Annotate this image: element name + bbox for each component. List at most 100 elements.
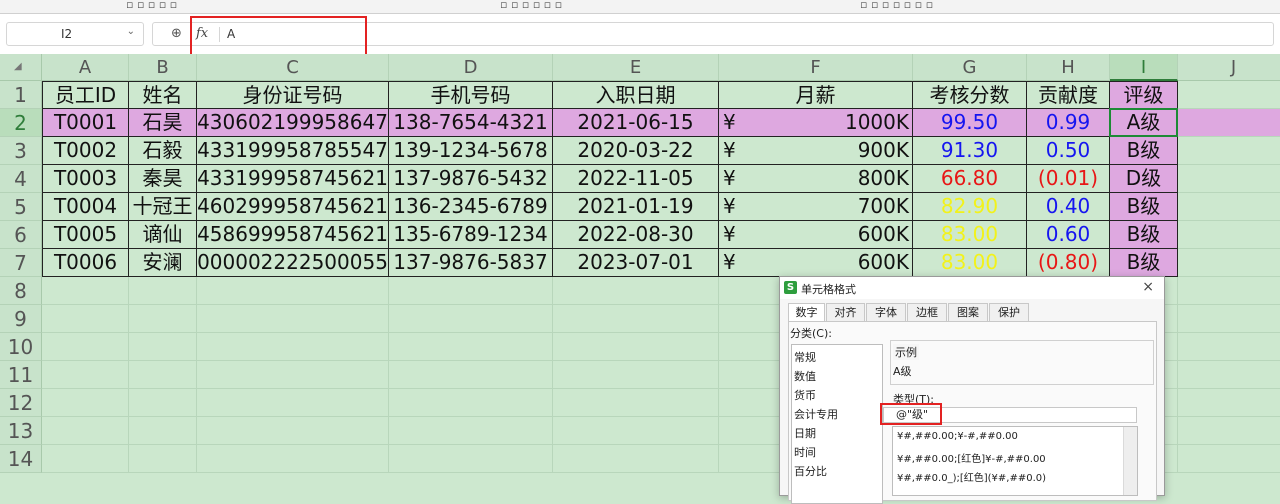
cell-name[interactable]: 石昊 bbox=[129, 109, 197, 137]
select-all-corner[interactable]: ◢ bbox=[0, 54, 42, 81]
category-item[interactable]: 常规 bbox=[794, 349, 816, 365]
row-header-7[interactable]: 7 bbox=[0, 249, 42, 277]
cell-score[interactable]: 66.80 bbox=[913, 165, 1027, 193]
column-header-e[interactable]: E bbox=[553, 54, 719, 81]
header-cell[interactable]: 手机号码 bbox=[389, 81, 553, 109]
toolbar-fragment[interactable]: ▫ ▫ ▫ ▫ ▫ ▫ bbox=[500, 0, 562, 11]
row-header-11[interactable]: 11 bbox=[0, 361, 42, 389]
cell-grade[interactable]: B级 bbox=[1110, 221, 1178, 249]
column-header-j[interactable]: J bbox=[1178, 54, 1280, 81]
cell-name[interactable]: 秦昊 bbox=[129, 165, 197, 193]
column-header-b[interactable]: B bbox=[129, 54, 197, 81]
toolbar-fragment[interactable]: ▫ ▫ ▫ ▫ ▫ ▫ ▫ bbox=[860, 0, 933, 11]
cell-idcard[interactable]: 458699958745621 bbox=[197, 221, 389, 249]
header-cell[interactable]: 员工ID bbox=[42, 81, 129, 109]
cell-date[interactable]: 2021-01-19 bbox=[553, 193, 719, 221]
cell-score[interactable]: 82.90 bbox=[913, 193, 1027, 221]
column-header-i[interactable]: I bbox=[1110, 54, 1178, 81]
format-item[interactable]: ¥#,##0.00;[红色]¥-#,##0.00 bbox=[897, 450, 1046, 465]
cell-score[interactable]: 83.00 bbox=[913, 221, 1027, 249]
column-header-a[interactable]: A bbox=[42, 54, 129, 81]
cell-grade[interactable]: D级 bbox=[1110, 165, 1178, 193]
cell-phone[interactable]: 138-7654-4321 bbox=[389, 109, 553, 137]
column-header-c[interactable]: C bbox=[197, 54, 389, 81]
row-header-10[interactable]: 10 bbox=[0, 333, 42, 361]
cell-idcard[interactable]: 433199958785547 bbox=[197, 137, 389, 165]
row-header-2[interactable]: 2 bbox=[0, 109, 42, 137]
row-header-4[interactable]: 4 bbox=[0, 165, 42, 193]
cell-idcard[interactable]: 433199958745621 bbox=[197, 165, 389, 193]
header-cell[interactable]: 入职日期 bbox=[553, 81, 719, 109]
cell-id[interactable]: T0002 bbox=[42, 137, 129, 165]
cell-score[interactable]: 99.50 bbox=[913, 109, 1027, 137]
cell-id[interactable]: T0001 bbox=[42, 109, 129, 137]
cell-phone[interactable]: 139-1234-5678 bbox=[389, 137, 553, 165]
header-cell[interactable]: 身份证号码 bbox=[197, 81, 389, 109]
tab-pattern[interactable]: 图案 bbox=[948, 303, 988, 321]
category-item[interactable]: 会计专用 bbox=[794, 406, 838, 422]
cell-contrib[interactable]: 0.99 bbox=[1027, 109, 1110, 137]
cell-idcard[interactable]: 460299958745621 bbox=[197, 193, 389, 221]
close-icon[interactable]: × bbox=[1142, 279, 1154, 295]
cell-id[interactable]: T0006 bbox=[42, 249, 129, 277]
header-cell[interactable]: 贡献度 bbox=[1027, 81, 1110, 109]
category-item[interactable]: 货币 bbox=[794, 387, 816, 403]
header-cell[interactable]: 月薪 bbox=[719, 81, 913, 109]
cell-name[interactable]: 谪仙 bbox=[129, 221, 197, 249]
cell-score[interactable]: 91.30 bbox=[913, 137, 1027, 165]
cell-grade[interactable]: B级 bbox=[1110, 249, 1178, 277]
cell-salary[interactable]: ¥800K bbox=[719, 165, 913, 193]
tab-font[interactable]: 字体 bbox=[866, 303, 906, 321]
cell-salary[interactable]: ¥700K bbox=[719, 193, 913, 221]
row-header-3[interactable]: 3 bbox=[0, 137, 42, 165]
cell-id[interactable]: T0005 bbox=[42, 221, 129, 249]
column-header-h[interactable]: H bbox=[1027, 54, 1110, 81]
formula-input[interactable]: ⊕ fx A bbox=[152, 22, 1274, 46]
format-list[interactable]: ¥#,##0.00;¥-#,##0.00 ¥#,##0.00;[红色]¥-#,#… bbox=[892, 426, 1138, 496]
cell-contrib[interactable]: 0.50 bbox=[1027, 137, 1110, 165]
row-header-12[interactable]: 12 bbox=[0, 389, 42, 417]
cell-salary[interactable]: ¥600K bbox=[719, 221, 913, 249]
cell-date[interactable]: 2022-11-05 bbox=[553, 165, 719, 193]
category-item[interactable]: 时间 bbox=[794, 444, 816, 460]
cell-salary[interactable]: ¥900K bbox=[719, 137, 913, 165]
cell-name[interactable]: 安澜 bbox=[129, 249, 197, 277]
cell-id[interactable]: T0003 bbox=[42, 165, 129, 193]
type-input[interactable]: @"级" bbox=[883, 407, 1137, 423]
tab-border[interactable]: 边框 bbox=[907, 303, 947, 321]
header-cell[interactable]: 姓名 bbox=[129, 81, 197, 109]
name-box[interactable]: I2 ⌄ bbox=[6, 22, 144, 46]
row-header-14[interactable]: 14 bbox=[0, 445, 42, 473]
row-header-6[interactable]: 6 bbox=[0, 221, 42, 249]
row-header-13[interactable]: 13 bbox=[0, 417, 42, 445]
cell-date[interactable]: 2021-06-15 bbox=[553, 109, 719, 137]
column-header-g[interactable]: G bbox=[913, 54, 1027, 81]
zoom-icon[interactable]: ⊕ bbox=[171, 26, 182, 41]
cell-contrib[interactable]: 0.40 bbox=[1027, 193, 1110, 221]
category-item[interactable]: 日期 bbox=[794, 425, 816, 441]
format-item[interactable]: ¥#,##0.00;¥-#,##0.00 bbox=[897, 431, 1018, 442]
row-header-8[interactable]: 8 bbox=[0, 277, 42, 305]
fx-icon[interactable]: fx bbox=[196, 26, 208, 41]
cell-name[interactable]: 十冠王 bbox=[129, 193, 197, 221]
category-item[interactable]: 数值 bbox=[794, 368, 816, 384]
cell-score[interactable]: 83.00 bbox=[913, 249, 1027, 277]
header-cell[interactable]: 考核分数 bbox=[913, 81, 1027, 109]
cell-grade[interactable]: B级 bbox=[1110, 137, 1178, 165]
cell-contrib[interactable]: (0.01) bbox=[1027, 165, 1110, 193]
cell-contrib[interactable]: (0.80) bbox=[1027, 249, 1110, 277]
cell-phone[interactable]: 137-9876-5837 bbox=[389, 249, 553, 277]
row-header-1[interactable]: 1 bbox=[0, 81, 42, 109]
cell-phone[interactable]: 135-6789-1234 bbox=[389, 221, 553, 249]
cell-phone[interactable]: 136-2345-6789 bbox=[389, 193, 553, 221]
cell-salary[interactable]: ¥600K bbox=[719, 249, 913, 277]
cell-date[interactable]: 2022-08-30 bbox=[553, 221, 719, 249]
toolbar-fragment[interactable]: ▫ ▫ ▫ ▫ ▫ bbox=[126, 0, 177, 11]
tab-protection[interactable]: 保护 bbox=[989, 303, 1029, 321]
tab-alignment[interactable]: 对齐 bbox=[826, 303, 865, 321]
column-header-f[interactable]: F bbox=[719, 54, 913, 81]
cell-salary[interactable]: ¥1000K bbox=[719, 109, 913, 137]
category-item[interactable]: 百分比 bbox=[794, 463, 827, 479]
column-header-d[interactable]: D bbox=[389, 54, 553, 81]
format-list-scrollbar[interactable] bbox=[1123, 427, 1137, 495]
